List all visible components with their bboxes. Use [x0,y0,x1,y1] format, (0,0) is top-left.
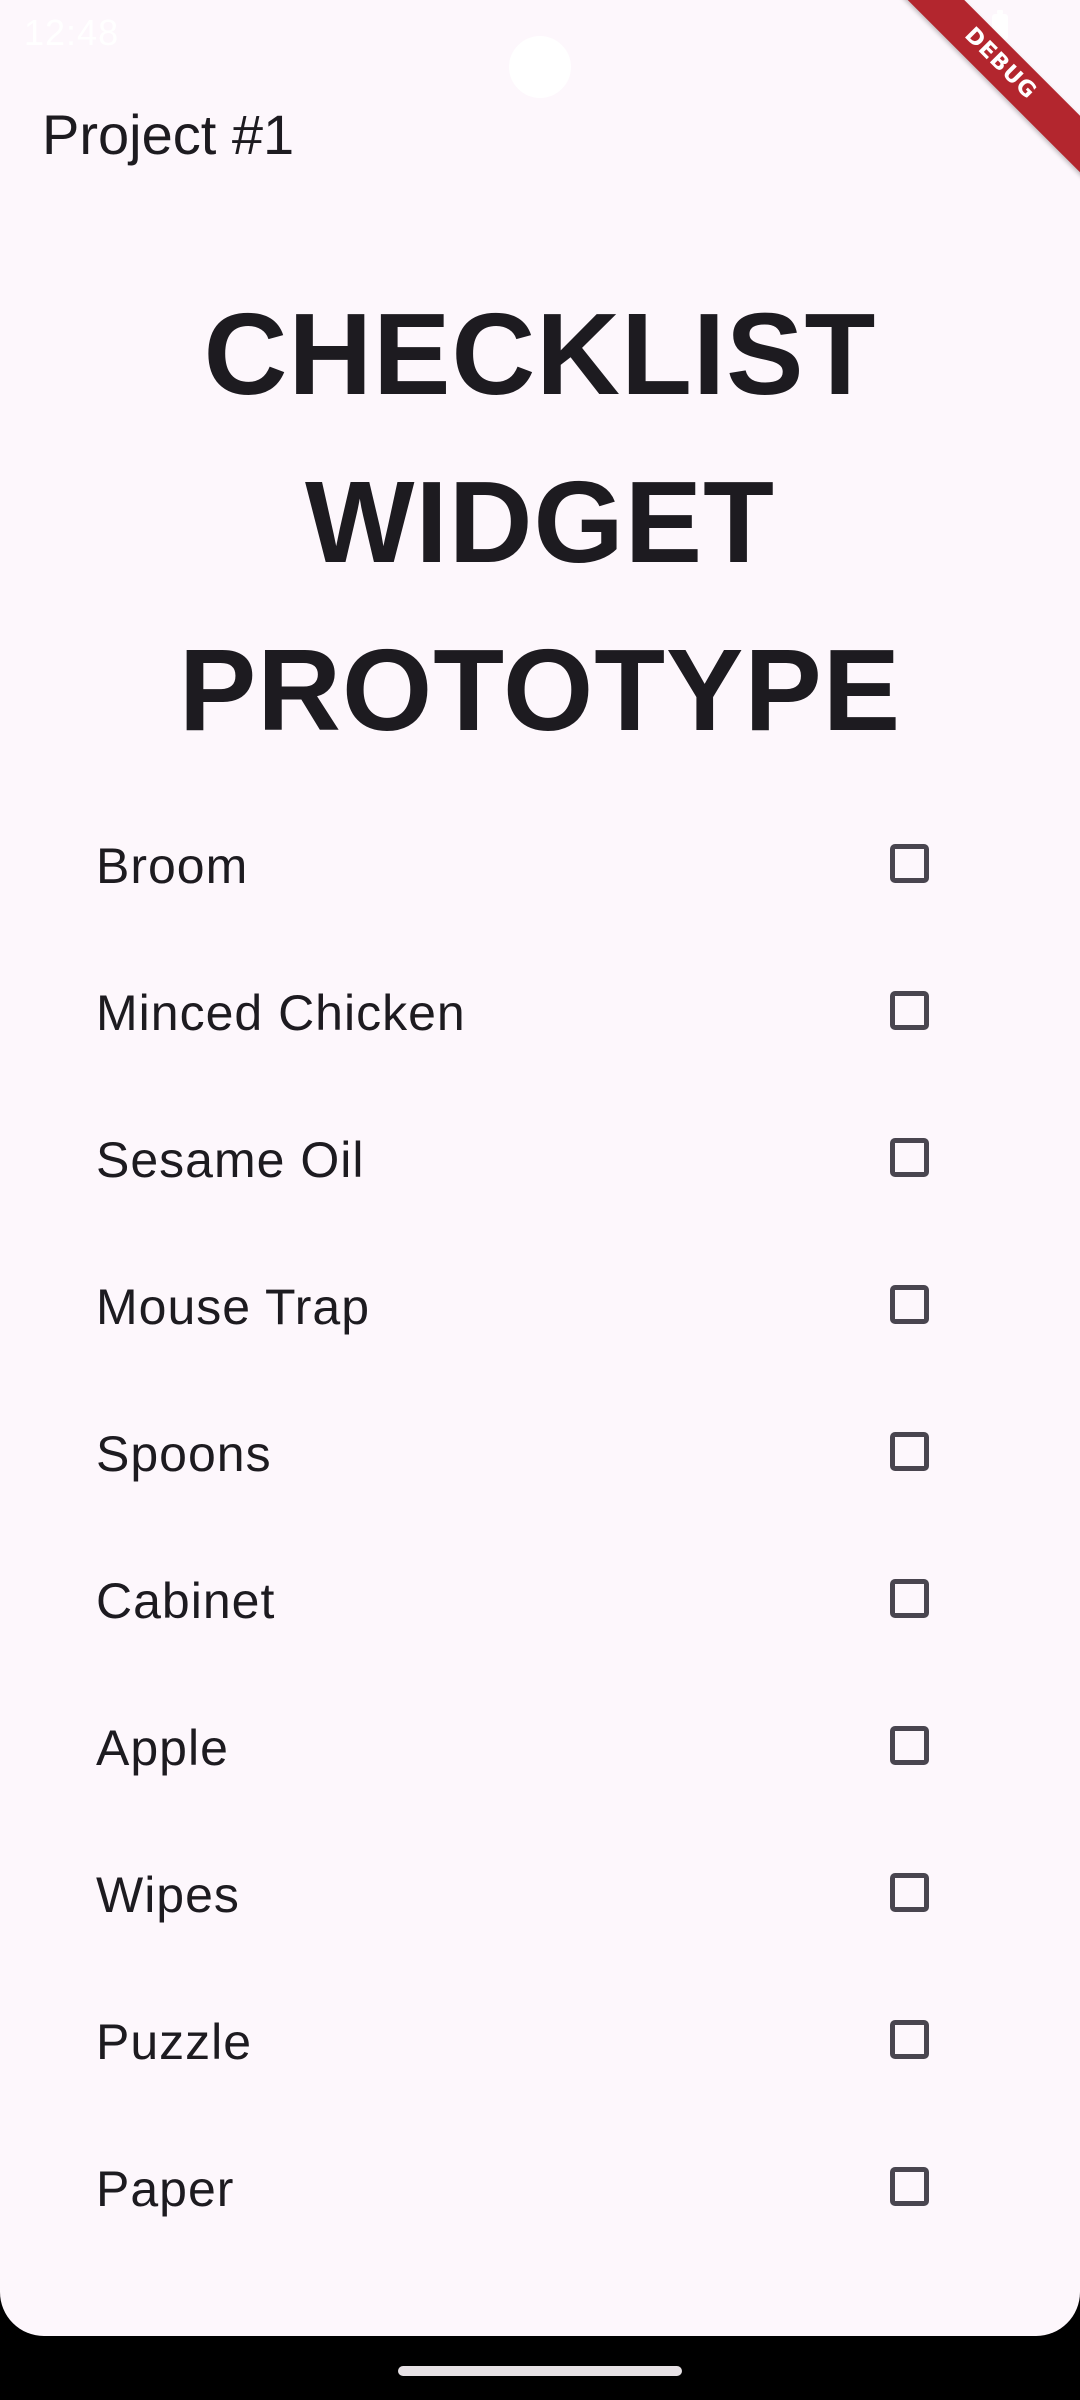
checkbox[interactable] [890,1579,929,1618]
checklist-item-paper[interactable]: Paper [0,2116,1080,2263]
checklist-item-label: Apple [96,1720,229,1776]
headline-line: WIDGET [305,457,775,587]
checkbox[interactable] [890,2020,929,2059]
checklist-item-label: Minced Chicken [96,985,466,1041]
checkbox[interactable] [890,1726,929,1765]
checkbox[interactable] [890,2167,929,2206]
checklist-item-label: Mouse Trap [96,1279,371,1335]
checkbox[interactable] [890,1432,929,1471]
checklist-item-label: Wipes [96,1867,240,1923]
app-screen: 12:48 DEBUG Project #1 CHECKLIST WIDGET … [0,0,1080,2336]
checklist-item-apple[interactable]: Apple [0,1675,1080,1822]
checkbox[interactable] [890,1138,929,1177]
checklist-item-label: Spoons [96,1426,272,1482]
checklist-item-label: Broom [96,838,249,894]
checklist: Broom Minced Chicken Sesame Oil Mouse Tr… [0,793,1080,2263]
debug-banner: DEBUG [879,0,1080,185]
checklist-item-label: Paper [96,2161,235,2217]
checklist-item-cabinet[interactable]: Cabinet [0,1528,1080,1675]
checklist-item-minced-chicken[interactable]: Minced Chicken [0,940,1080,1087]
checklist-item-sesame-oil[interactable]: Sesame Oil [0,1087,1080,1234]
checkbox[interactable] [890,844,929,883]
checklist-item-mouse-trap[interactable]: Mouse Trap [0,1234,1080,1381]
checklist-item-broom[interactable]: Broom [0,793,1080,940]
checkbox[interactable] [890,991,929,1030]
checklist-item-wipes[interactable]: Wipes [0,1822,1080,1969]
headline-line: PROTOTYPE [178,625,902,755]
checklist-item-spoons[interactable]: Spoons [0,1381,1080,1528]
checklist-item-label: Sesame Oil [96,1132,365,1188]
camera-cutout [509,36,571,98]
checkbox[interactable] [890,1873,929,1912]
checklist-item-puzzle[interactable]: Puzzle [0,1969,1080,2116]
home-indicator[interactable] [398,2366,682,2376]
status-bar-time: 12:48 [24,12,120,53]
page-headline: CHECKLIST WIDGET PROTOTYPE [0,270,1080,774]
headline-line: CHECKLIST [203,289,877,419]
checkbox[interactable] [890,1285,929,1324]
checklist-item-label: Puzzle [96,2014,253,2070]
checklist-item-label: Cabinet [96,1573,276,1629]
app-bar-title: Project #1 [42,103,295,166]
